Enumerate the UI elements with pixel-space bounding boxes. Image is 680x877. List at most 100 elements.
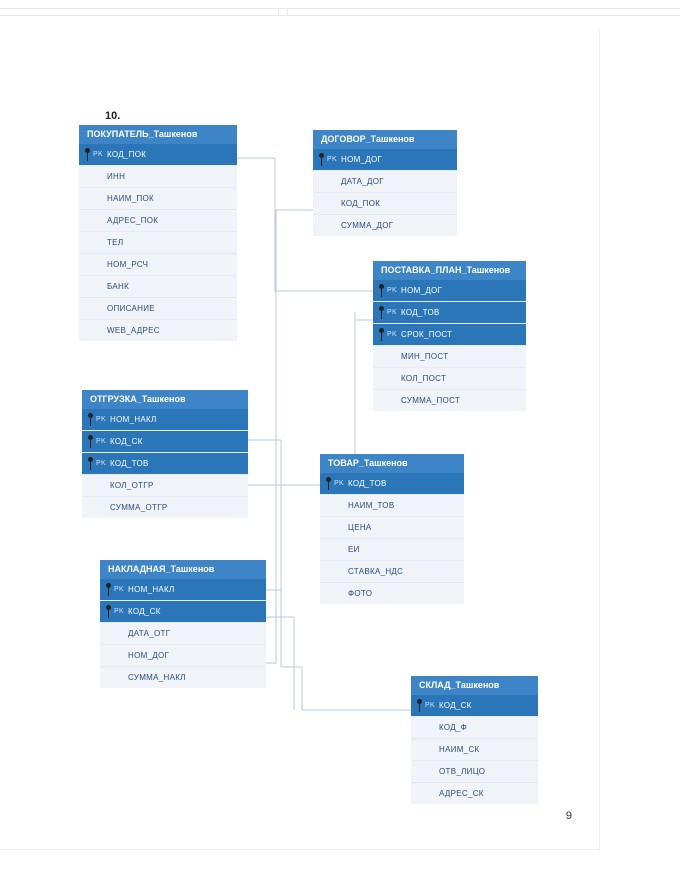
table-row: СУММА_ДОГ (313, 215, 457, 236)
table-row: СУММА_НАКЛ (100, 667, 266, 688)
column-name: СУММА_ДОГ (341, 221, 393, 230)
key-icon (87, 413, 94, 426)
table-row: PK КОД_СК (411, 695, 538, 717)
table-row: АДРЕС_ПОК (79, 210, 237, 232)
table-row: ОТВ_ЛИЦО (411, 761, 538, 783)
pk-label: PK (114, 601, 124, 622)
table-row: PK КОД_СК (100, 601, 266, 623)
key-icon (87, 435, 94, 448)
column-name: ЦЕНА (348, 523, 372, 532)
column-name: ДАТА_ОТГ (128, 629, 170, 638)
column-name: НОМ_ДОГ (341, 155, 382, 164)
figure-number: 10. (105, 110, 120, 122)
column-name: КОД_Ф (439, 723, 467, 732)
table-row: ОПИСАНИЕ (79, 298, 237, 320)
table-t2: ДОГОВОР_ТашкеновPKНОМ_ДОГДАТА_ДОГКОД_ПОК… (313, 130, 457, 236)
key-icon (416, 699, 423, 712)
table-row: PK КОД_ТОВ (373, 302, 526, 324)
column-name: СУММА_НАКЛ (128, 673, 186, 682)
key-icon (378, 306, 385, 319)
column-name: КОД_СК (439, 701, 472, 710)
table-row: НАИМ_ПОК (79, 188, 237, 210)
column-name: ИНН (107, 172, 125, 181)
table-row: КОЛ_ОТГР (82, 475, 248, 497)
pk-label: PK (334, 473, 344, 494)
column-name: СУММА_ОТГР (110, 503, 167, 512)
key-icon (84, 148, 91, 161)
table-row: МИН_ПОСТ (373, 346, 526, 368)
table-row: НОМ_ДОГ (100, 645, 266, 667)
column-name: КОД_ТОВ (110, 459, 149, 468)
key-icon (325, 477, 332, 490)
table-row: НАИМ_СК (411, 739, 538, 761)
key-icon (318, 153, 325, 166)
column-name: АДРЕС_СК (439, 789, 484, 798)
table-row: ФОТО (320, 583, 464, 604)
key-icon (378, 328, 385, 341)
pk-label: PK (387, 324, 397, 345)
column-name: ОПИСАНИЕ (107, 304, 155, 313)
column-name: НАИМ_ПОК (107, 194, 154, 203)
pk-label: PK (327, 149, 337, 170)
table-t1: ПОКУПАТЕЛЬ_ТашкеновPK КОД_ПОК ИНН НАИМ_ПОК А… (79, 125, 237, 341)
table-row: ДАТА_ДОГ (313, 171, 457, 193)
table-t5: ТОВАР_ТашкеновPKКОД_ТОВНАИМ_ТОВЦЕНАЕИСТА… (320, 454, 464, 604)
table-t6: НАКЛАДНАЯ_ТашкеновPKНОМ_НАКЛPKКОД_СКДАТА… (100, 560, 266, 688)
top-divider (0, 8, 680, 16)
column-name: АДРЕС_ПОК (107, 216, 158, 225)
table-row: ИНН (79, 166, 237, 188)
table-row: СУММА_ОТГР (82, 497, 248, 518)
table-row: ЕИ (320, 539, 464, 561)
column-name: КОД_ТОВ (348, 479, 387, 488)
table-row: ТЕЛ (79, 232, 237, 254)
column-name: КОД_ТОВ (401, 308, 440, 317)
column-name: ФОТО (348, 589, 372, 598)
key-icon (105, 583, 112, 596)
column-name: НОМ_ДОГ (128, 651, 169, 660)
pk-label: PK (114, 579, 124, 600)
column-name: ОТВ_ЛИЦО (439, 767, 485, 776)
pk-label: PK (425, 695, 435, 716)
column-name: НОМ_НАКЛ (110, 415, 157, 424)
table-row: PK КОД_ТОВ (82, 453, 248, 475)
table-t4: ОТГРУЗКА_ТашкеновPKНОМ_НАКЛPKКОД_СКPKКОД… (82, 390, 248, 518)
pk-label: PK (387, 280, 397, 301)
table-row: PKКОД_СК (82, 431, 248, 453)
column-name: КОЛ_ПОСТ (401, 374, 446, 383)
table-t7: СКЛАД_ТашкеновPKКОД_СККОД_ФНАИМ_СКОТВ_ЛИ… (411, 676, 538, 804)
pk-label: PK (96, 431, 106, 452)
column-name: НОМ_РСЧ (107, 260, 148, 269)
table-row: PK КОД_ПОК (79, 144, 237, 166)
table-title: ПОСТАВКА_ПЛАН_Ташкенов (373, 261, 526, 280)
column-name: WEB_АДРЕС (107, 326, 160, 335)
key-icon (105, 605, 112, 618)
column-name: НОМ_НАКЛ (128, 585, 175, 594)
table-title: ПОКУПАТЕЛЬ_Ташкенов (79, 125, 237, 144)
table-row: WEB_АДРЕС (79, 320, 237, 341)
table-row: НОМ_РСЧ (79, 254, 237, 276)
column-name: СУММА_ПОСТ (401, 396, 460, 405)
column-name: КОД_СК (128, 607, 161, 616)
table-row: PK СРОК_ПОСТ (373, 324, 526, 346)
table-row: PK НОМ_НАКЛ (100, 579, 266, 601)
column-name: ЕИ (348, 545, 360, 554)
table-title: ДОГОВОР_Ташкенов (313, 130, 457, 149)
table-row: PK НОМ_ДОГ (313, 149, 457, 171)
column-name: СТАВКА_НДС (348, 567, 403, 576)
pk-label: PK (96, 453, 106, 474)
column-name: МИН_ПОСТ (401, 352, 448, 361)
key-icon (378, 284, 385, 297)
key-icon (87, 457, 94, 470)
pk-label: PK (387, 302, 397, 323)
table-row: PK НОМ_ДОГ (373, 280, 526, 302)
table-row: БАНК (79, 276, 237, 298)
column-name: НОМ_ДОГ (401, 286, 442, 295)
pk-label: PK (93, 144, 103, 165)
column-name: НАИМ_СК (439, 745, 480, 754)
column-name: СРОК_ПОСТ (401, 330, 452, 339)
column-name: КОЛ_ОТГР (110, 481, 154, 490)
column-name: НАИМ_ТОВ (348, 501, 394, 510)
column-name: КОД_ПОК (107, 150, 146, 159)
table-row: КОД_Ф (411, 717, 538, 739)
table-row: АДРЕС_СК (411, 783, 538, 804)
